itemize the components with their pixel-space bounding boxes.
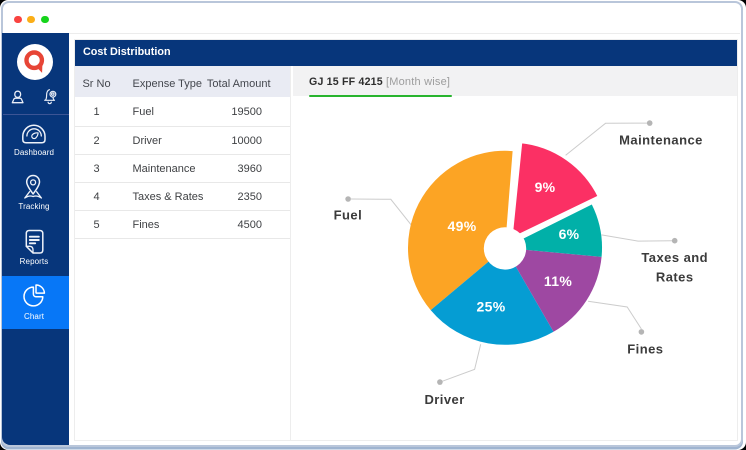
svg-text:9%: 9%: [535, 179, 556, 195]
svg-text:6%: 6%: [559, 226, 580, 242]
svg-text:49%: 49%: [448, 218, 477, 234]
svg-text:Fuel: Fuel: [334, 207, 363, 222]
svg-text:Fines: Fines: [627, 342, 663, 357]
svg-text:Maintenance: Maintenance: [619, 133, 703, 148]
svg-text:25%: 25%: [477, 298, 506, 314]
svg-text:Driver: Driver: [424, 392, 464, 407]
svg-text:11%: 11%: [544, 273, 572, 289]
svg-text:Rates: Rates: [656, 269, 694, 284]
svg-text:Taxes and: Taxes and: [641, 250, 708, 265]
